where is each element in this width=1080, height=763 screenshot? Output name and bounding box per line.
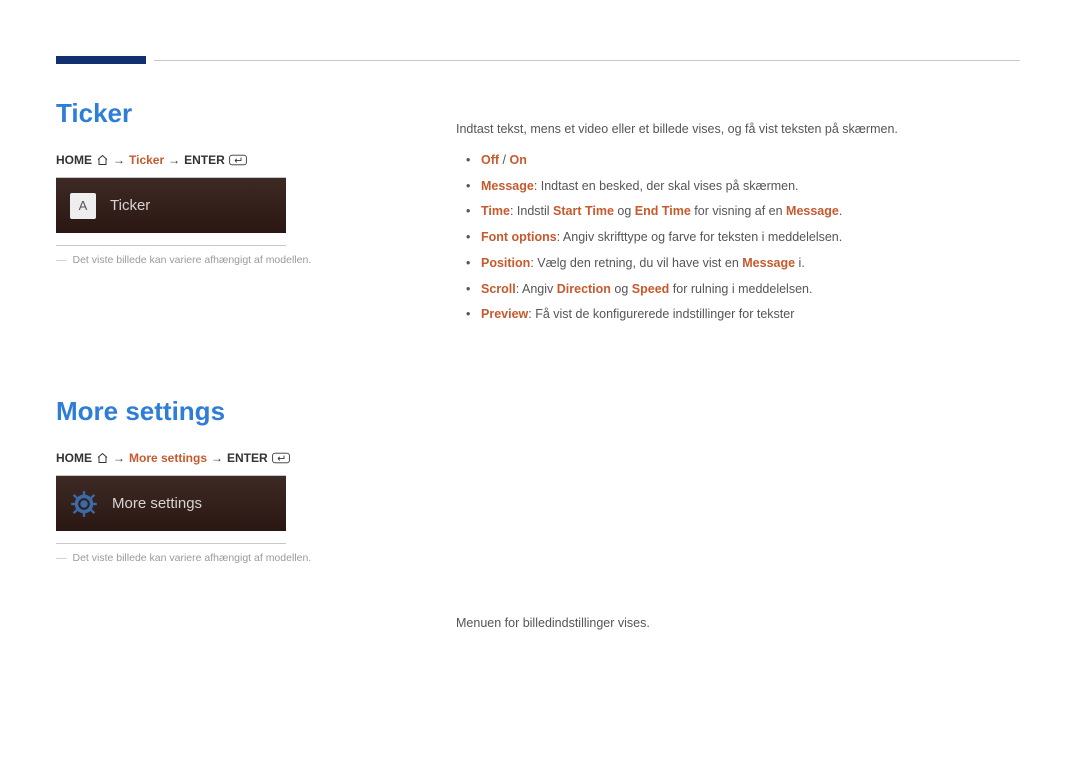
t: og (614, 204, 635, 218)
breadcrumb-mid: Ticker (129, 153, 164, 167)
t: for visning af en (691, 204, 786, 218)
breadcrumb-home: HOME (56, 153, 92, 167)
more-settings-tile-label: More settings (112, 495, 202, 512)
breadcrumb-home: HOME (56, 451, 92, 465)
direction: Direction (557, 282, 611, 296)
divider (56, 245, 286, 246)
option-key: Preview (481, 307, 528, 321)
enter-icon (229, 154, 247, 166)
note-text: Det viste billede kan variere afhængigt … (73, 552, 312, 564)
gear-icon (70, 490, 98, 518)
image-vary-note: Det viste billede kan variere afhængigt … (56, 552, 416, 564)
option-on: On (509, 153, 526, 167)
breadcrumb-enter: ENTER (184, 153, 225, 167)
breadcrumb-mid: More settings (129, 451, 207, 465)
end-time: End Time (635, 204, 691, 218)
t: : Vælg den retning, du vil have vist en (530, 256, 742, 270)
option-key: Message (481, 179, 534, 193)
note-text: Det viste billede kan variere afhængigt … (73, 254, 312, 266)
t: for rulning i meddelelsen. (669, 282, 812, 296)
t: : Indstil (510, 204, 553, 218)
ticker-tile-icon-letter: A (79, 198, 88, 213)
more-settings-tile: More settings (56, 476, 286, 531)
arrow-icon: → (168, 153, 180, 167)
enter-icon (272, 452, 290, 464)
ticker-options-list: Off / On Message: Indtast en besked, der… (456, 151, 1020, 324)
option-scroll: Scroll: Angiv Direction og Speed for rul… (466, 280, 1020, 299)
page: Ticker HOME → Ticker → ENTER A Ticke (0, 0, 1080, 645)
arrow-icon: → (113, 451, 125, 465)
section-more-settings: More settings HOME → More settings → ENT… (56, 396, 416, 564)
ticker-intro: Indtast tekst, mens et video eller et bi… (456, 120, 1020, 139)
more-settings-intro: Menuen for billedindstillinger vises. (456, 614, 1020, 633)
option-off: Off (481, 153, 499, 167)
option-position: Position: Vælg den retning, du vil have … (466, 254, 1020, 273)
option-preview: Preview: Få vist de konfigurerede indsti… (466, 305, 1020, 324)
left-column: Ticker HOME → Ticker → ENTER A Ticke (56, 84, 416, 645)
message-ref: Message (742, 256, 795, 270)
dot: . (839, 204, 842, 218)
option-font-options: Font options: Angiv skrifttype og farve … (466, 228, 1020, 247)
section-heading-ticker: Ticker (56, 98, 416, 129)
option-off-on: Off / On (466, 151, 1020, 170)
section-heading-more-settings: More settings (56, 396, 416, 427)
home-icon (96, 154, 109, 166)
breadcrumb-ticker: HOME → Ticker → ENTER (56, 153, 416, 167)
t: : Angiv (516, 282, 557, 296)
image-vary-note: Det viste billede kan variere afhængigt … (56, 254, 416, 266)
right-column: Indtast tekst, mens et video eller et bi… (456, 84, 1020, 645)
divider (56, 543, 286, 544)
breadcrumb-enter: ENTER (227, 451, 268, 465)
option-text: : Få vist de konfigurerede indstillinger… (528, 307, 794, 321)
sep: / (499, 153, 509, 167)
option-message: Message: Indtast en besked, der skal vis… (466, 177, 1020, 196)
columns: Ticker HOME → Ticker → ENTER A Ticke (56, 84, 1020, 645)
option-text: : Angiv skrifttype og farve for teksten … (557, 230, 843, 244)
option-key: Font options (481, 230, 557, 244)
t: og (611, 282, 632, 296)
top-rule (56, 56, 1020, 70)
t: i. (795, 256, 805, 270)
home-icon (96, 452, 109, 464)
ticker-tile: A Ticker (56, 178, 286, 233)
breadcrumb-more-settings: HOME → More settings → ENTER (56, 451, 416, 465)
option-key: Position (481, 256, 530, 270)
ticker-tile-icon: A (70, 193, 96, 219)
arrow-icon: → (113, 153, 125, 167)
speed: Speed (632, 282, 670, 296)
start-time: Start Time (553, 204, 614, 218)
message-ref: Message (786, 204, 839, 218)
option-text: : Indtast en besked, der skal vises på s… (534, 179, 799, 193)
option-time: Time: Indstil Start Time og End Time for… (466, 202, 1020, 221)
ticker-tile-label: Ticker (110, 197, 150, 214)
arrow-icon: → (211, 451, 223, 465)
option-key: Time (481, 204, 510, 218)
option-key: Scroll (481, 282, 516, 296)
